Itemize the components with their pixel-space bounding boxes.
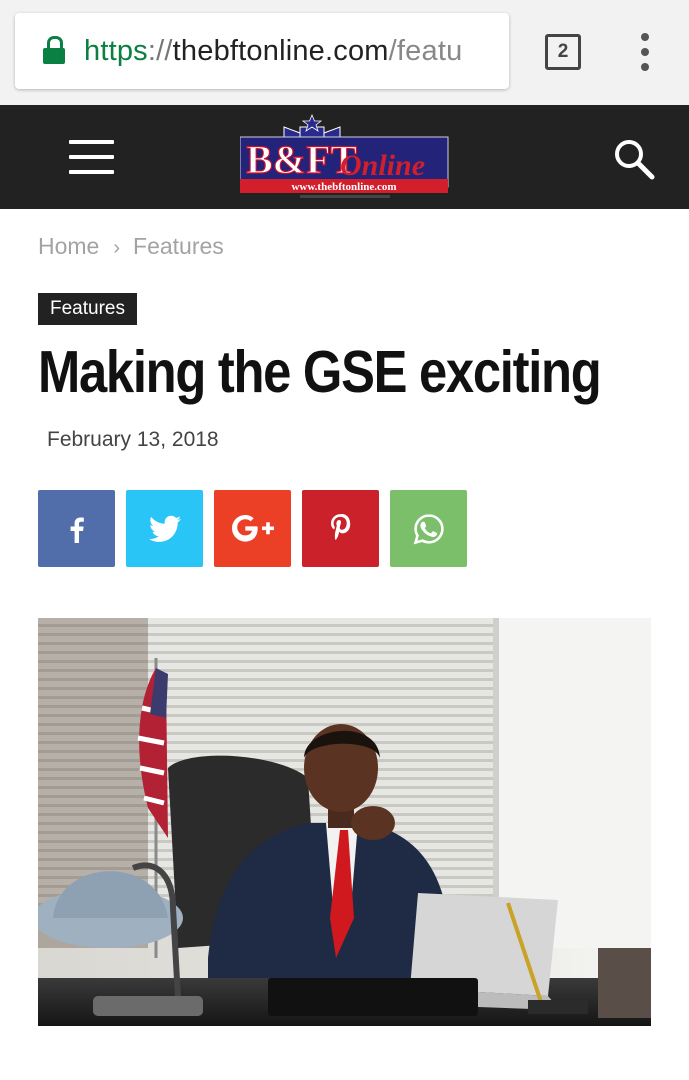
- lock-icon: [42, 36, 66, 66]
- tab-switcher-button[interactable]: 2: [545, 34, 581, 70]
- pinterest-icon: [330, 513, 350, 540]
- logo-script: Online: [340, 149, 425, 182]
- category-badge[interactable]: Features: [38, 293, 137, 325]
- url-text: https://thebftonline.com/featu: [84, 34, 463, 67]
- article-date: February 13, 2018: [47, 428, 219, 451]
- hamburger-menu-icon[interactable]: [69, 140, 114, 174]
- google-plus-icon: [231, 514, 274, 542]
- breadcrumb: Home › Features: [38, 233, 224, 260]
- google-plus-share-button[interactable]: [214, 490, 291, 567]
- whatsapp-share-button[interactable]: [390, 490, 467, 567]
- pinterest-share-button[interactable]: [302, 490, 379, 567]
- breadcrumb-home-link[interactable]: Home: [38, 233, 99, 259]
- twitter-share-button[interactable]: [126, 490, 203, 567]
- address-bar[interactable]: https://thebftonline.com/featu: [15, 13, 509, 89]
- twitter-icon: [148, 515, 181, 542]
- breadcrumb-separator: ›: [113, 237, 121, 259]
- overflow-menu-button[interactable]: [636, 33, 654, 71]
- logo-url: www.thebftonline.com: [291, 181, 396, 193]
- whatsapp-icon: [413, 513, 444, 544]
- facebook-share-button[interactable]: [38, 490, 115, 567]
- tab-count: 2: [557, 41, 569, 62]
- facebook-icon: [70, 517, 84, 543]
- breadcrumb-features-link[interactable]: Features: [133, 233, 224, 259]
- article-title: Making the GSE exciting: [38, 339, 602, 405]
- site-logo[interactable]: B&FT Online www.thebftonline.com: [239, 113, 450, 203]
- article-hero-image: [38, 618, 651, 1026]
- search-icon[interactable]: [612, 137, 656, 181]
- browser-toolbar: https://thebftonline.com/featu 2: [0, 0, 689, 105]
